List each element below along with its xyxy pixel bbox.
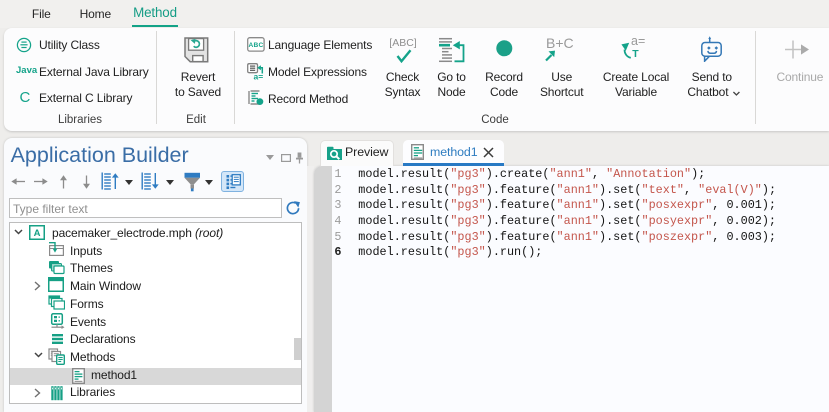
svg-text:A: A	[34, 228, 41, 239]
svg-text:T: T	[632, 48, 639, 60]
svg-text:a=: a=	[253, 71, 263, 80]
svg-text:ABC: ABC	[248, 42, 263, 49]
